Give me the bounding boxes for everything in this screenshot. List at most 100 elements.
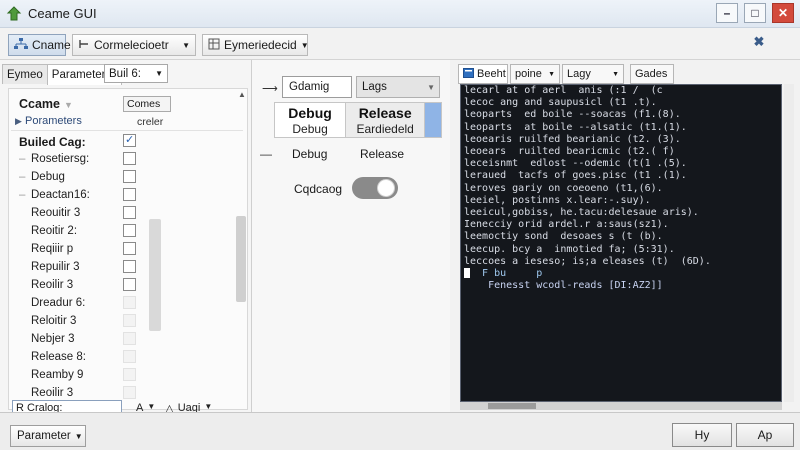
divider — [11, 130, 243, 131]
tab-eymeo[interactable]: Eymeo — [2, 64, 48, 84]
debug-option[interactable]: Debug — [292, 147, 327, 161]
apply-button[interactable]: Ap — [736, 423, 794, 447]
toolbar-environment-label: Eymeriedecid — [224, 38, 297, 52]
tree-item[interactable]: Release 8: — [31, 351, 86, 363]
build-dropdown[interactable]: Buil 6: ▼ — [104, 64, 168, 83]
config-debug-title: Debug — [288, 104, 332, 121]
group-label: Builed Cag: — [19, 135, 86, 149]
tree-item-checkbox[interactable] — [123, 278, 136, 291]
group-checkbox[interactable] — [123, 133, 136, 147]
chevron-down-icon: ▼ — [427, 82, 435, 92]
scrollbar-thumb[interactable] — [236, 216, 246, 302]
tree-item-checkbox[interactable] — [123, 350, 136, 363]
chevron-down-icon: ▼ — [182, 40, 190, 50]
pin-icon[interactable]: ✖ — [752, 34, 766, 49]
connector-icon — [78, 38, 90, 53]
build-config-table: Debug Debug Release Eardiedeld — [274, 102, 442, 138]
maximize-button[interactable]: □ — [744, 3, 766, 23]
tree-row-parameters[interactable]: ▶ Porameters — [15, 115, 82, 127]
terminal-line: leceisnmt edlost --odemic (t(1 .(5). — [464, 158, 687, 170]
parameters-panel: Eymeo Parameterss Buil 6: ▼ Ccame ▼ Comes… — [0, 60, 252, 416]
config-debug-cell[interactable]: Debug Debug — [275, 103, 347, 137]
tree-item-checkbox[interactable] — [123, 296, 136, 309]
config-toggle[interactable] — [352, 177, 398, 199]
parameter-dropdown[interactable]: Parameter ▼ — [10, 425, 86, 447]
expand-arrow-icon: ▶ — [15, 116, 22, 126]
chevron-down-icon: ▼ — [64, 100, 73, 110]
terminal-output[interactable]: lecarl at of aerl anis (:1 / (c lecoc an… — [460, 84, 782, 402]
tree-header: Ccame ▼ — [19, 97, 73, 111]
tab-lagy[interactable]: Lagy ▼ — [562, 64, 624, 84]
terminal-line: lecarl at of aerl anis (:1 / (c — [464, 85, 663, 96]
config-release-subtitle: Eardiedeld — [356, 121, 414, 136]
tab-gades[interactable]: Gades — [630, 64, 674, 84]
release-option[interactable]: Release — [360, 147, 404, 161]
tree-item[interactable]: Repuilir 3 — [31, 261, 80, 273]
output-panel: Beeht poine ▼ Lagy ▼ Gades lecarl at of … — [450, 60, 800, 412]
tab-poine-label: poine — [515, 68, 542, 80]
tree-item[interactable]: Dreadur 6: — [31, 297, 85, 309]
tree-item-checkbox[interactable] — [123, 332, 136, 345]
toggle-knob — [377, 179, 395, 197]
config-release-cell[interactable]: Release Eardiedeld — [346, 103, 426, 137]
parameter-tree: Ccame ▼ Comes ▶ Porameters creler Builed … — [8, 88, 248, 410]
tree-item[interactable]: Deactan16: — [19, 189, 90, 201]
terminal-line: lecoc ang and saupusicl (t1 .t). — [464, 97, 657, 109]
terminal-hscrollbar[interactable] — [460, 402, 782, 410]
chevron-down-icon: ▼ — [300, 40, 309, 50]
tree-item[interactable]: Reloitir 3 — [31, 315, 76, 327]
terminal-line: leoparts at boile --alsatic (t1.(1). — [464, 121, 687, 133]
hierarchy-icon — [14, 37, 28, 53]
terminal-hscroll-thumb[interactable] — [488, 403, 536, 409]
close-window-button[interactable]: ✕ — [772, 3, 794, 23]
toolbar-cname-button[interactable]: Cname — [8, 34, 71, 56]
tab-poine[interactable]: poine ▼ — [510, 64, 560, 84]
minimize-button[interactable]: – — [716, 3, 738, 23]
toolbar-connection-dropdown[interactable]: Cormelecioetr ▼ — [72, 34, 196, 56]
toolbar-cname-label: Cname — [32, 38, 71, 52]
tree-item-checkbox[interactable] — [123, 152, 136, 165]
terminal-line: leemoctiy sond desoaes s (t (b). — [464, 231, 663, 243]
tree-item-checkbox[interactable] — [123, 206, 136, 219]
chevron-down-icon: ▼ — [155, 69, 163, 78]
tree-item-checkbox[interactable] — [123, 368, 136, 381]
selection-highlight — [425, 103, 441, 137]
tree-item[interactable]: Rosetiersg: — [19, 153, 89, 165]
toolbar: Cname Cormelecioetr ▼ Eymeriedecid ▼ ✖ — [0, 28, 800, 60]
tree-item[interactable]: Reamby 9 — [31, 369, 83, 381]
tree-item-checkbox[interactable] — [123, 224, 136, 237]
tree-item[interactable]: Reoilir 3 — [31, 279, 73, 291]
tree-item[interactable]: Reqiiir p — [31, 243, 73, 255]
tree-item[interactable]: Nebjer 3 — [31, 333, 74, 345]
tree-item-checkbox[interactable] — [123, 314, 136, 327]
tree-item-checkbox[interactable] — [123, 170, 136, 183]
help-button[interactable]: Hy — [672, 423, 732, 447]
window-title: Ceame GUI — [28, 6, 97, 21]
scroll-up-icon[interactable]: ▲ — [238, 90, 246, 99]
tree-item[interactable]: Reoitir 2: — [31, 225, 77, 237]
tree-item[interactable]: Reouitir 3 — [31, 207, 80, 219]
tree-item-checkbox[interactable] — [123, 242, 136, 255]
terminal-line: Fenesst wcodl-reads [DI:AZ2]] — [464, 280, 663, 292]
tree-item[interactable]: Reoilir 3 — [31, 387, 73, 399]
terminal-icon — [463, 67, 474, 81]
terminal-scrollbar[interactable] — [784, 84, 794, 402]
inner-scrollbar-thumb[interactable] — [149, 219, 161, 331]
tab-beeht-label: Beeht — [477, 68, 506, 80]
tree-item[interactable]: Debug — [19, 171, 65, 183]
configuration-panel: ⟶ Gdamig Lags ▼ Debug Debug Release Eard… — [252, 60, 450, 412]
terminal-line: Ienecciy orid ardel.r a:saus(sz1). — [464, 219, 669, 231]
config-name-input[interactable]: Gdamig — [282, 76, 352, 98]
tree-item-checkbox[interactable] — [123, 386, 136, 399]
tree-item-checkbox[interactable] — [123, 260, 136, 273]
toolbar-environment-dropdown[interactable]: Eymeriedecid ▼ — [202, 34, 309, 56]
tab-gades-label: Gades — [635, 68, 668, 80]
chevron-down-icon: ▼ — [74, 431, 83, 441]
terminal-line: leeicul,gobiss, he.tacu:delesaue aris). — [464, 207, 699, 219]
tree-row-parameters-label: Porameters — [24, 115, 82, 127]
terminal-line: leccoes a ieseso; is;a eleases (t) (6D). — [464, 255, 711, 267]
tree-item-checkbox[interactable] — [123, 188, 136, 201]
column-header[interactable]: Comes — [123, 96, 171, 112]
lags-dropdown[interactable]: Lags ▼ — [356, 76, 440, 98]
tab-beeht[interactable]: Beeht — [458, 64, 508, 84]
